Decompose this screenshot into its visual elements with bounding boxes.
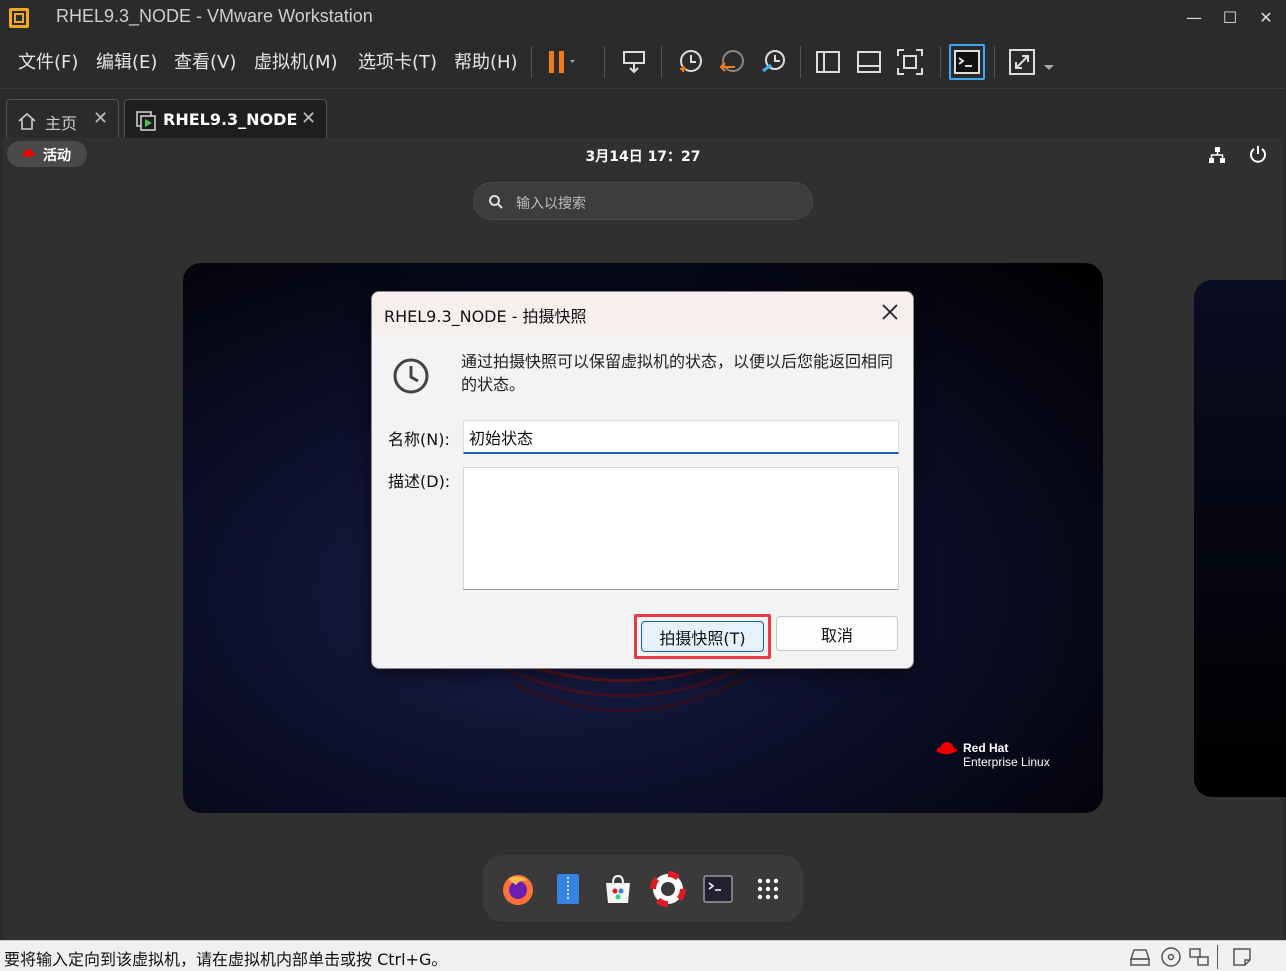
window-title: RHEL9.3_NODE - VMware Workstation: [56, 6, 373, 26]
snapshot-description-field[interactable]: [463, 467, 899, 590]
minimize-button[interactable]: —: [1182, 6, 1206, 30]
toolbar-separator: [661, 46, 662, 78]
take-snapshot-button[interactable]: [672, 44, 708, 80]
search-input[interactable]: 输入以搜索: [473, 182, 813, 220]
toolbar-separator: [531, 46, 532, 78]
status-bar: 要将输入定向到该虚拟机，请在虚拟机内部单击或按 Ctrl+G。: [0, 940, 1286, 971]
vmware-logo-icon: [9, 8, 29, 28]
brand-enterprise-text: Enterprise Linux: [963, 755, 1050, 769]
revert-icon: [719, 50, 744, 72]
close-tab-icon[interactable]: ✕: [301, 108, 316, 129]
hard-disk-icon[interactable]: [1128, 946, 1152, 968]
power-icon[interactable]: [1249, 145, 1267, 163]
cd-dvd-icon[interactable]: [1160, 946, 1182, 968]
dialog-title-bar: RHEL9.3_NODE - 拍摄快照: [372, 292, 913, 334]
toolbar-separator: [800, 46, 801, 78]
close-tab-icon[interactable]: ✕: [93, 108, 108, 129]
menu-file[interactable]: 文件(F): [18, 48, 78, 74]
gnome-top-bar: 活动 3月14日 17：27: [3, 138, 1283, 172]
take-snapshot-dialog: RHEL9.3_NODE - 拍摄快照 通过拍摄快照可以保留虚拟机的状态，以便以…: [371, 291, 914, 669]
tab-strip: 主页 ✕ RHEL9.3_NODE ✕: [0, 88, 1286, 139]
send-ctrl-alt-del-button[interactable]: [616, 44, 652, 80]
menu-toolbar: 文件(F) 编辑(E) 查看(V) 虚拟机(M) 选项卡(T) 帮助(H): [0, 36, 1286, 88]
help-icon[interactable]: [648, 869, 688, 909]
menu-view[interactable]: 查看(V): [174, 48, 236, 74]
full-screen-icon: [1009, 49, 1035, 75]
message-log-icon[interactable]: [1231, 946, 1253, 968]
tab-home[interactable]: 主页 ✕: [6, 99, 119, 139]
terminal-icon[interactable]: [698, 869, 738, 909]
pause-button[interactable]: [540, 44, 576, 80]
firefox-icon[interactable]: [498, 869, 538, 909]
show-thumbnail-button[interactable]: [851, 44, 887, 80]
snapshot-manager-icon: [762, 50, 785, 73]
full-screen-dropdown-icon[interactable]: [1043, 57, 1055, 76]
tab-rhel-node[interactable]: RHEL9.3_NODE ✕: [124, 99, 327, 139]
status-separator: [1217, 945, 1218, 969]
menu-help[interactable]: 帮助(H): [454, 48, 518, 74]
name-label: 名称(N):: [388, 430, 450, 449]
close-icon[interactable]: [878, 300, 902, 324]
fit-guest-button[interactable]: [892, 44, 928, 80]
snapshot-button-highlight: 拍摄快照(T): [634, 614, 771, 659]
bottom-panel-icon: [857, 51, 881, 73]
tab-home-label: 主页: [45, 114, 78, 133]
snapshot-name-field[interactable]: [463, 420, 899, 454]
title-bar: RHEL9.3_NODE - VMware Workstation — ☐ ✕: [0, 0, 1286, 36]
dialog-title: RHEL9.3_NODE - 拍摄快照: [384, 307, 587, 326]
revert-snapshot-button[interactable]: [714, 44, 750, 80]
sidebar-layout-icon: [816, 51, 840, 73]
pause-icon: [549, 51, 575, 73]
brand-redhat-text: Red Hat: [963, 741, 1009, 755]
toolbar-separator: [940, 46, 941, 78]
close-window-button[interactable]: ✕: [1254, 6, 1278, 30]
search-icon: [489, 195, 503, 209]
home-icon: [18, 112, 36, 130]
send-keys-icon: [623, 51, 645, 74]
menu-vm[interactable]: 虚拟机(M): [254, 48, 338, 74]
dialog-description: 通过拍摄快照可以保留虚拟机的状态，以便以后您能返回相同的状态。: [461, 352, 894, 394]
cancel-button[interactable]: 取消: [776, 616, 898, 651]
vm-running-icon: [136, 111, 156, 131]
tab-rhel-label: RHEL9.3_NODE: [163, 110, 298, 129]
menu-edit[interactable]: 编辑(E): [96, 48, 157, 74]
fit-screen-icon: [897, 49, 923, 75]
full-screen-button[interactable]: [1004, 44, 1040, 80]
snapshot-manager-button[interactable]: [756, 44, 792, 80]
maximize-button[interactable]: ☐: [1218, 6, 1242, 30]
app-grid-icon[interactable]: [748, 869, 788, 909]
network-adapter-icon[interactable]: [1188, 946, 1210, 968]
snapshot-clock-icon: [680, 50, 702, 72]
files-icon[interactable]: [548, 869, 588, 909]
terminal-icon: [954, 50, 980, 74]
menu-tabs[interactable]: 选项卡(T): [358, 48, 437, 74]
clock-icon: [393, 358, 429, 394]
toolbar-separator: [604, 46, 605, 78]
description-label: 描述(D):: [388, 472, 451, 491]
status-message: 要将输入定向到该虚拟机，请在虚拟机内部单击或按 Ctrl+G。: [4, 950, 448, 969]
search-placeholder: 输入以搜索: [516, 196, 586, 212]
console-view-button[interactable]: [949, 44, 985, 80]
show-library-button[interactable]: [810, 44, 846, 80]
network-icon[interactable]: [1208, 146, 1226, 164]
gnome-dash: [483, 855, 803, 922]
take-snapshot-confirm-button[interactable]: 拍摄快照(T): [641, 621, 764, 652]
clock[interactable]: 3月14日 17：27: [3, 146, 1283, 166]
software-icon[interactable]: [598, 869, 638, 909]
workspace-thumbnail-next[interactable]: [1194, 280, 1286, 797]
redhat-logo-icon: [936, 742, 958, 755]
toolbar-separator: [994, 46, 995, 78]
